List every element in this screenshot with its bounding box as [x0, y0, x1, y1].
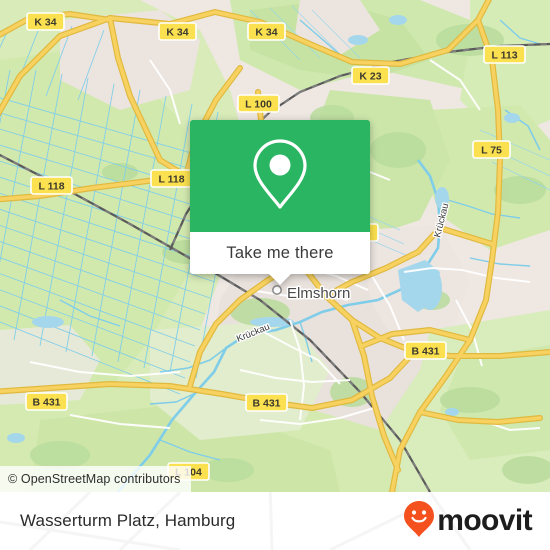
svg-text:K 34: K 34: [166, 26, 188, 38]
moovit-smiley-pin-icon: [403, 500, 435, 543]
svg-text:K 34: K 34: [255, 26, 277, 38]
svg-text:B 431: B 431: [411, 345, 439, 357]
callout-icon-area: [190, 120, 370, 232]
road-shield: L 118: [30, 176, 73, 195]
moovit-wordmark: moovit: [437, 504, 532, 537]
svg-text:K 23: K 23: [359, 70, 381, 82]
svg-text:L 118: L 118: [158, 173, 184, 185]
svg-text:L 113: L 113: [491, 49, 517, 61]
road-shield: K 34: [247, 22, 286, 41]
osm-attribution: © OpenStreetMap contributors: [0, 466, 191, 492]
road-shield: B 431: [404, 341, 447, 360]
svg-text:L 118: L 118: [38, 180, 64, 192]
callout-tail: [269, 274, 291, 285]
location-title: Wasserturm Platz, Hamburg: [20, 511, 236, 530]
svg-text:B 431: B 431: [252, 397, 280, 409]
svg-text:K 34: K 34: [34, 16, 56, 28]
place-label-text: Elmshorn: [287, 285, 350, 302]
footer-bar: Wasserturm Platz, Hamburg moovit: [0, 492, 550, 550]
road-shield: L 113: [483, 45, 526, 64]
road-shield: L 118: [150, 169, 193, 188]
take-me-there-callout[interactable]: Take me there: [190, 120, 370, 285]
road-shield: L 75: [472, 140, 511, 159]
road-shield: K 34: [158, 22, 197, 41]
moovit-logo[interactable]: moovit: [403, 500, 533, 543]
svg-text:L 75: L 75: [481, 144, 502, 156]
take-me-there-label: Take me there: [226, 243, 334, 262]
road-shield: B 431: [245, 393, 288, 412]
road-shield: B 431: [25, 392, 68, 411]
road-shield: L 100: [237, 94, 280, 113]
map-pin-icon: [251, 137, 309, 216]
callout-action-area[interactable]: Take me there: [190, 232, 370, 285]
road-shield: K 23: [351, 66, 390, 85]
osm-attribution-text: © OpenStreetMap contributors: [8, 472, 181, 486]
svg-text:B 431: B 431: [32, 396, 60, 408]
road-shield: K 34: [26, 12, 65, 31]
moovit-map-screenshot: Krückau Krückau Elmshorn K 34 K 34 K 34 …: [0, 0, 550, 550]
svg-text:L 100: L 100: [245, 98, 272, 110]
